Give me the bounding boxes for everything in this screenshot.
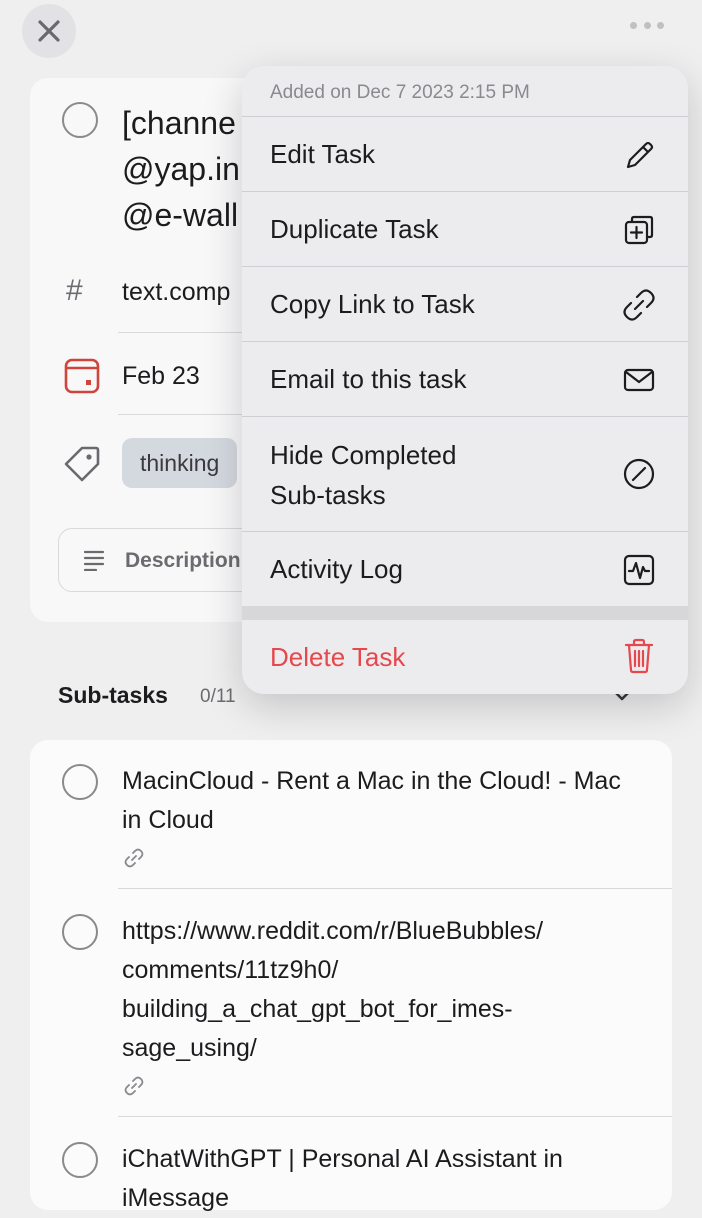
label-pill[interactable]: thinking [122,438,238,488]
menu-item-label-line: Sub-tasks [270,480,386,510]
due-date[interactable]: Feb 23 [122,362,200,391]
menu-item-copy-link[interactable]: Copy Link to Task [242,266,688,341]
menu-item-label: Hide Completed Sub-tasks [270,435,456,515]
divider [118,888,672,889]
link-icon [124,1076,144,1096]
subtasks-list: MacinCloud - Rent a Mac in the Cloud! - … [30,740,672,1212]
menu-item-duplicate-task[interactable]: Duplicate Task [242,191,688,266]
task-title-line: @e-wall [122,197,239,233]
slash-circle-icon [623,458,655,490]
task-title-line: @yap.in [122,151,240,187]
more-options-button[interactable] [630,18,664,32]
menu-item-label: Duplicate Task [270,214,439,244]
close-button[interactable] [22,4,76,58]
menu-item-delete-task[interactable]: Delete Task [242,620,688,694]
link-icon [623,289,655,321]
task-complete-checkbox[interactable] [62,102,98,138]
trash-icon [624,638,654,674]
task-title-line: [channe [122,105,236,141]
menu-item-email-task[interactable]: Email to this task [242,341,688,416]
description-placeholder: Description [125,549,241,572]
subtask-title[interactable]: MacinCloud - Rent a Mac in the Cloud! - … [122,762,642,840]
more-dot [643,21,651,29]
divider [118,1116,672,1117]
menu-separator [242,606,688,620]
menu-item-edit-task[interactable]: Edit Task [242,116,688,191]
tag-icon [64,446,100,482]
subtask-title[interactable]: https://www.reddit.com/r/BlueBubbles/ co… [122,912,602,1068]
task-context-menu: Added on Dec 7 2023 2:15 PM Edit Task Du… [242,66,688,694]
subtask-checkbox[interactable] [62,1142,98,1178]
more-dot [657,21,664,29]
description-lines-icon [83,550,105,571]
menu-item-hide-completed[interactable]: Hide Completed Sub-tasks [242,416,688,531]
menu-item-label: Delete Task [270,642,406,672]
subtask-checkbox[interactable] [62,914,98,950]
menu-item-label: Copy Link to Task [270,289,475,319]
menu-item-label: Activity Log [270,554,403,584]
menu-item-label-line: Hide Completed [270,440,457,470]
activity-icon [623,554,655,586]
envelope-icon [623,368,655,392]
subtask-checkbox[interactable] [62,764,98,800]
link-icon [124,848,144,868]
subtasks-header: Sub-tasks [58,682,168,708]
more-dot [630,21,637,29]
subtask-title[interactable]: iChatWithGPT | Personal AI Assistant in … [122,1140,642,1218]
pencil-icon [626,141,654,169]
project-hash-icon: # [66,274,83,307]
menu-item-label: Email to this task [270,364,467,394]
project-name[interactable]: text.comp [122,278,230,307]
calendar-icon [64,358,100,394]
menu-item-label: Edit Task [270,139,376,169]
task-title[interactable]: [channe @yap.in @e-wall [122,100,240,238]
duplicate-icon [624,215,654,245]
added-on-date: Added on Dec 7 2023 2:15 PM [270,82,530,103]
menu-item-activity-log[interactable]: Activity Log [242,531,688,606]
subtasks-count: 0/11 [200,686,236,707]
close-icon [38,20,60,42]
